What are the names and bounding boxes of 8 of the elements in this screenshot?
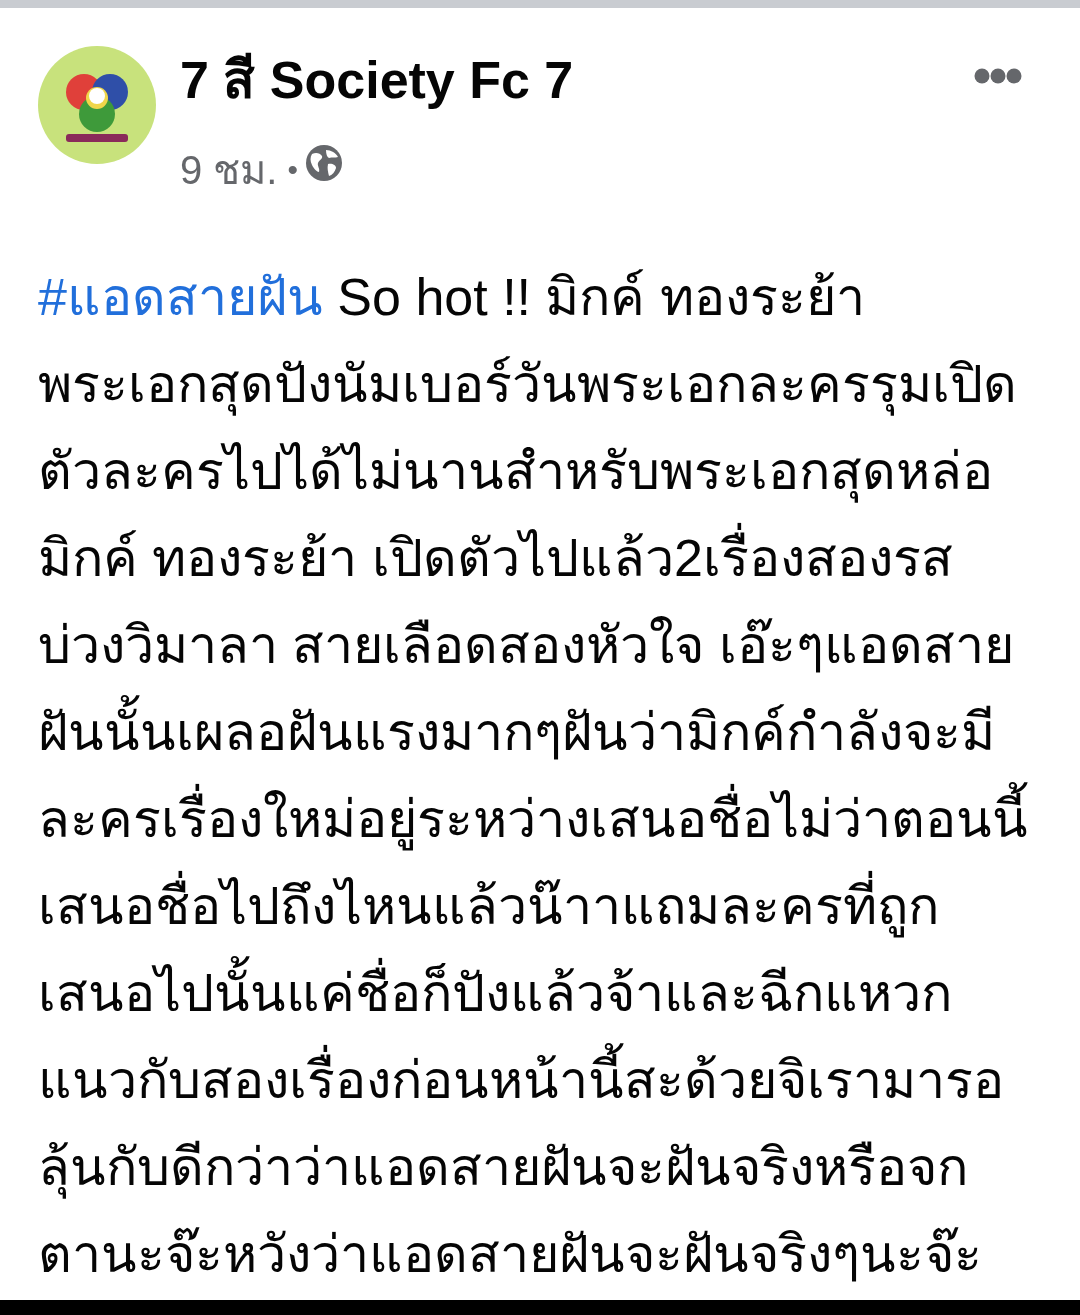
page-name[interactable]: 7 สี Society Fc 7 [180,48,574,112]
post-text: #แอดสายฝัน So hot !! มิกค์ ทองระย้า พระเอกสุดปังนัมเบอร์วันพระเอกละครรุมเปิด ตัวละครไปได้ไม่นานสำหรับพระเอกสุดหล่อ มิกค์ ทองระย้า เปิดตัวไปแล้ว2เรื่องสองรส บ่วงวิมาลา สายเลือดสองหัวใจ เอ๊ะๆแอดสาย ฝันนั้นเผลอฝันแรงมากๆฝันว่ามิกค์กำลังจะมี ละครเรื่องใหม่อยู่ระหว่างเสนอชื่อไม่ว่าตอนนี้ เสนอชื่อไปถึงไหนแล้วน๊าาแถมละครที่ถูก เสนอไปนั้นแค่ชื่อก็ปังแล้วจ้าและฉีกแหวก แนวกับสองเรื่องก่อนหน้านี้สะด้วยจิเรามารอ ลุ้นกับดีกว่าว่าแอดสายฝันจะฝันจริงหรือจก ตานะจ๊ะหวังว่าแอดสายฝันจะฝันจริงๆนะจ๊ะ [38,267,1028,1285]
more-options-icon[interactable] [974,68,1022,84]
avatar-logo-icon[interactable] [38,46,156,164]
post-time[interactable]: 9 ชม. [180,144,278,196]
globe-icon [306,145,342,181]
hashtag-link[interactable]: #แอดสายฝัน [38,268,323,326]
separator-dot: • [287,152,298,188]
